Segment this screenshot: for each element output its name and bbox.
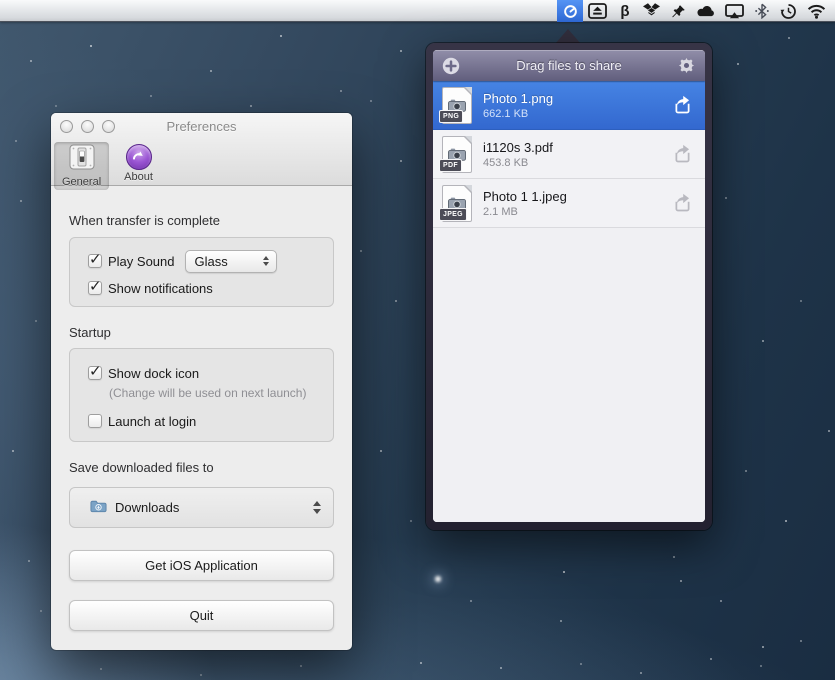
file-row[interactable]: PNG Photo 1.png 662.1 KB — [433, 81, 705, 130]
share-icon[interactable] — [672, 95, 693, 116]
about-icon — [126, 144, 152, 170]
tab-general-label: General — [62, 176, 101, 188]
menu-bar-extras: β — [557, 0, 831, 22]
file-row[interactable]: PDF i1120s 3.pdf 453.8 KB — [433, 130, 705, 179]
traffic-lights — [51, 120, 115, 133]
settings-gear-icon[interactable] — [678, 57, 696, 75]
preferences-window: Preferences General About When transfer … — [51, 113, 352, 650]
pin-icon[interactable] — [665, 0, 691, 22]
eject-box-icon[interactable] — [583, 0, 612, 22]
downloads-folder-icon — [90, 499, 107, 516]
transfer-section-heading: When transfer is complete — [69, 213, 334, 229]
preferences-toolbar: General About — [51, 140, 352, 190]
file-size: 2.1 MB — [483, 206, 567, 218]
popover-header: Drag files to share — [433, 50, 705, 81]
file-type-icon: PDF — [442, 136, 472, 173]
select-arrows-icon — [263, 256, 269, 266]
startup-section-heading: Startup — [69, 325, 334, 341]
zoom-button[interactable] — [102, 120, 115, 133]
file-type-icon: JPEG — [442, 185, 472, 222]
file-list-empty-area — [433, 228, 705, 522]
general-switch-icon — [69, 144, 95, 175]
window-chrome: Preferences General About — [51, 113, 352, 186]
add-file-button[interactable] — [442, 57, 460, 75]
play-sound-row[interactable]: Play Sound Glass — [88, 250, 333, 272]
play-sound-checkbox[interactable] — [88, 254, 102, 268]
file-type-icon: PNG — [442, 87, 472, 124]
sound-select[interactable]: Glass — [185, 250, 277, 273]
minimize-button[interactable] — [81, 120, 94, 133]
file-list: PNG Photo 1.png 662.1 KB PDF — [433, 81, 705, 522]
get-ios-app-button[interactable]: Get iOS Application — [69, 550, 334, 581]
app-droplet-icon[interactable] — [557, 0, 583, 22]
preferences-content: When transfer is complete Play Sound Gla… — [51, 213, 352, 631]
show-dock-icon-row[interactable]: Show dock icon — [88, 362, 333, 384]
tab-general[interactable]: General — [54, 142, 109, 190]
wifi-icon[interactable] — [802, 0, 831, 22]
show-dock-icon-label: Show dock icon — [108, 366, 199, 381]
file-name: Photo 1.png — [483, 91, 553, 106]
file-size: 662.1 KB — [483, 108, 553, 120]
dropbox-icon[interactable] — [638, 0, 665, 22]
menu-bar: β — [0, 0, 835, 22]
dock-change-note: (Change will be used on next launch) — [109, 386, 333, 400]
popover-title: Drag files to share — [433, 58, 705, 73]
beta-glyph: β — [620, 4, 629, 19]
sound-select-value: Glass — [195, 254, 228, 269]
quit-button[interactable]: Quit — [69, 600, 334, 631]
file-size: 453.8 KB — [483, 157, 553, 169]
launch-at-login-label: Launch at login — [108, 414, 196, 429]
show-notifications-checkbox[interactable] — [88, 281, 102, 295]
close-button[interactable] — [60, 120, 73, 133]
airplay-icon[interactable] — [720, 0, 749, 22]
launch-at-login-checkbox[interactable] — [88, 414, 102, 428]
select-arrows-icon — [313, 501, 321, 514]
play-sound-label: Play Sound — [108, 254, 175, 269]
tab-about-label: About — [124, 171, 153, 183]
file-format-badge: PNG — [439, 110, 463, 123]
title-bar[interactable]: Preferences — [51, 113, 352, 140]
popover-arrow — [555, 29, 581, 44]
tab-about[interactable]: About — [116, 142, 161, 185]
save-section-heading: Save downloaded files to — [69, 460, 334, 476]
show-dock-icon-checkbox[interactable] — [88, 366, 102, 380]
show-notifications-label: Show notifications — [108, 281, 213, 296]
share-popover: Drag files to share PNG Photo 1.png 662.… — [426, 43, 712, 530]
launch-at-login-row[interactable]: Launch at login — [88, 410, 333, 432]
transfer-group-box: Play Sound Glass Show notifications — [69, 237, 334, 307]
file-name: Photo 1 1.jpeg — [483, 189, 567, 204]
share-icon[interactable] — [672, 193, 693, 214]
bluetooth-icon[interactable] — [749, 0, 775, 22]
cloud-icon[interactable] — [691, 0, 720, 22]
file-row[interactable]: JPEG Photo 1 1.jpeg 2.1 MB — [433, 179, 705, 228]
share-icon[interactable] — [672, 144, 693, 165]
save-folder-select[interactable]: Downloads — [69, 487, 334, 528]
file-format-badge: JPEG — [439, 208, 467, 221]
startup-group-box: Show dock icon (Change will be used on n… — [69, 348, 334, 442]
time-machine-icon[interactable] — [775, 0, 802, 22]
show-notifications-row[interactable]: Show notifications — [88, 277, 333, 299]
beta-icon[interactable]: β — [612, 0, 638, 22]
file-format-badge: PDF — [439, 159, 462, 172]
save-folder-value: Downloads — [115, 500, 179, 515]
file-name: i1120s 3.pdf — [483, 140, 553, 155]
